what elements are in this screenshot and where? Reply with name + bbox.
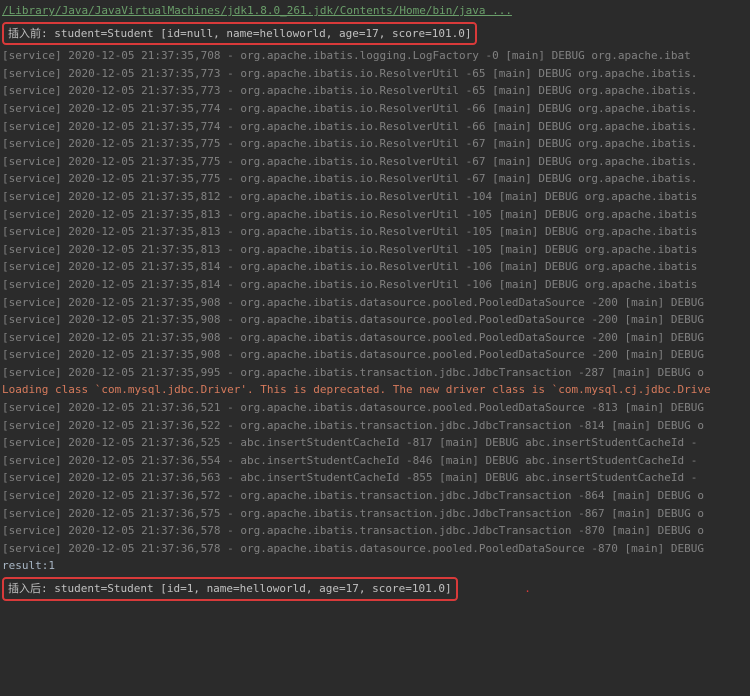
- log-line: [service] 2020-12-05 21:37:35,775 - org.…: [2, 170, 748, 188]
- log-line: [service] 2020-12-05 21:37:35,813 - org.…: [2, 241, 748, 259]
- log-line: [service] 2020-12-05 21:37:35,814 - org.…: [2, 276, 748, 294]
- log-line: [service] 2020-12-05 21:37:36,578 - org.…: [2, 522, 748, 540]
- log-line: [service] 2020-12-05 21:37:35,995 - org.…: [2, 364, 748, 382]
- log-block-1: [service] 2020-12-05 21:37:35,708 - org.…: [2, 47, 748, 381]
- log-line: [service] 2020-12-05 21:37:35,773 - org.…: [2, 82, 748, 100]
- before-insert-highlight: 插入前: student=Student [id=null, name=hell…: [2, 22, 477, 46]
- log-line: [service] 2020-12-05 21:37:35,775 - org.…: [2, 135, 748, 153]
- log-line: [service] 2020-12-05 21:37:35,908 - org.…: [2, 346, 748, 364]
- result-text: result:1: [2, 557, 748, 575]
- log-line: [service] 2020-12-05 21:37:36,563 - abc.…: [2, 469, 748, 487]
- log-line: [service] 2020-12-05 21:37:35,908 - org.…: [2, 329, 748, 347]
- log-line: [service] 2020-12-05 21:37:36,572 - org.…: [2, 487, 748, 505]
- log-line: [service] 2020-12-05 21:37:35,813 - org.…: [2, 223, 748, 241]
- log-block-2: [service] 2020-12-05 21:37:36,521 - org.…: [2, 399, 748, 557]
- after-insert-text: 插入后: student=Student [id=1, name=hellowo…: [8, 582, 452, 595]
- log-line: [service] 2020-12-05 21:37:36,522 - org.…: [2, 417, 748, 435]
- log-line: [service] 2020-12-05 21:37:35,774 - org.…: [2, 118, 748, 136]
- red-dot-icon: .: [524, 580, 531, 598]
- before-insert-text: 插入前: student=Student [id=null, name=hell…: [8, 27, 471, 40]
- log-line: [service] 2020-12-05 21:37:35,775 - org.…: [2, 153, 748, 171]
- log-line: [service] 2020-12-05 21:37:36,578 - org.…: [2, 540, 748, 558]
- log-line: [service] 2020-12-05 21:37:35,908 - org.…: [2, 294, 748, 312]
- log-line: [service] 2020-12-05 21:37:35,708 - org.…: [2, 47, 748, 65]
- after-insert-highlight: 插入后: student=Student [id=1, name=hellowo…: [2, 577, 458, 601]
- log-line: [service] 2020-12-05 21:37:35,908 - org.…: [2, 311, 748, 329]
- log-line: [service] 2020-12-05 21:37:35,773 - org.…: [2, 65, 748, 83]
- log-line: [service] 2020-12-05 21:37:36,521 - org.…: [2, 399, 748, 417]
- log-line: [service] 2020-12-05 21:37:36,554 - abc.…: [2, 452, 748, 470]
- log-line: [service] 2020-12-05 21:37:35,812 - org.…: [2, 188, 748, 206]
- log-line: [service] 2020-12-05 21:37:35,774 - org.…: [2, 100, 748, 118]
- java-command-header: /Library/Java/JavaVirtualMachines/jdk1.8…: [2, 2, 748, 20]
- log-line: [service] 2020-12-05 21:37:35,814 - org.…: [2, 258, 748, 276]
- log-line: [service] 2020-12-05 21:37:35,813 - org.…: [2, 206, 748, 224]
- mysql-driver-warning: Loading class `com.mysql.jdbc.Driver'. T…: [2, 381, 748, 399]
- log-line: [service] 2020-12-05 21:37:36,575 - org.…: [2, 505, 748, 523]
- log-line: [service] 2020-12-05 21:37:36,525 - abc.…: [2, 434, 748, 452]
